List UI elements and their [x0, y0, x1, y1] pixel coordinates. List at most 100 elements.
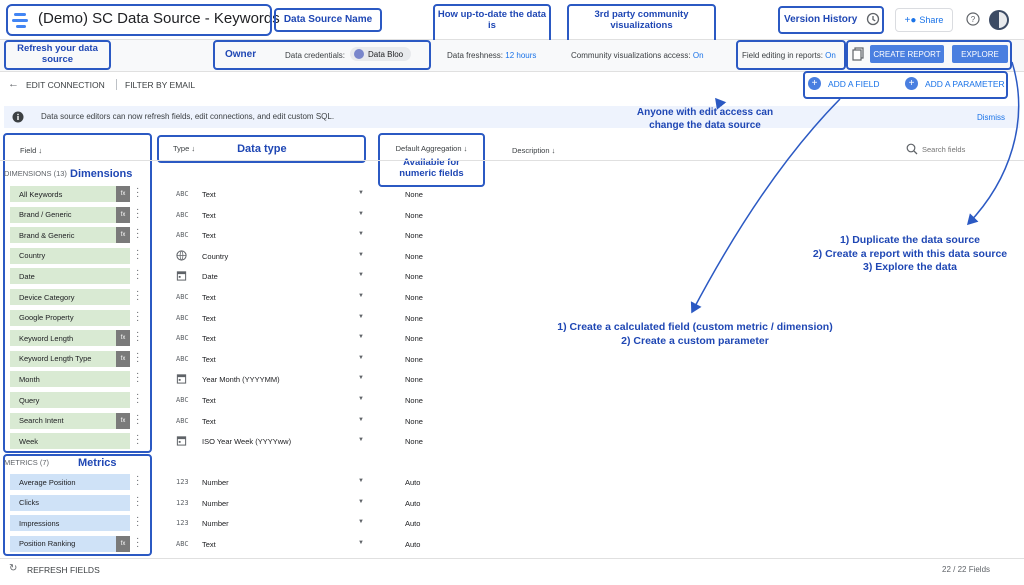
more-options-icon[interactable]: · · ·: [136, 328, 140, 346]
aggregation-value[interactable]: Auto: [405, 540, 420, 549]
formula-fx-icon[interactable]: fx: [116, 330, 130, 347]
field-name-pill[interactable]: All Keywords: [10, 186, 130, 202]
formula-fx-icon[interactable]: fx: [116, 186, 130, 202]
dimension-row[interactable]: Google Property · · · ABC Text ▼ None: [0, 307, 1024, 328]
aggregation-value[interactable]: Auto: [405, 499, 420, 508]
aggregation-value[interactable]: None: [405, 252, 423, 261]
field-type-select[interactable]: Text: [202, 314, 216, 323]
chevron-down-icon[interactable]: ▼: [358, 355, 364, 361]
chevron-down-icon[interactable]: ▼: [358, 519, 364, 525]
field-name-pill[interactable]: Clicks: [10, 494, 130, 511]
dismiss-link[interactable]: Dismiss: [977, 113, 1005, 122]
metric-row[interactable]: Average Position · · · 123 Number ▼ Auto: [0, 472, 1024, 492]
search-fields-input[interactable]: [922, 142, 1012, 156]
field-name-pill[interactable]: Date: [10, 268, 130, 285]
duplicate-icon[interactable]: [852, 47, 864, 61]
edit-connection-link[interactable]: EDIT CONNECTION: [26, 80, 105, 90]
more-options-icon[interactable]: · · ·: [136, 245, 140, 263]
more-options-icon[interactable]: · · ·: [136, 307, 140, 325]
formula-fx-icon[interactable]: fx: [116, 227, 130, 244]
refresh-icon[interactable]: ↻: [9, 563, 17, 574]
more-options-icon[interactable]: · · ·: [136, 472, 140, 490]
field-type-select[interactable]: Text: [202, 190, 216, 199]
create-report-button[interactable]: CREATE REPORT: [870, 45, 944, 63]
dimension-row[interactable]: Query · · · ABC Text ▼ None: [0, 390, 1024, 410]
field-name-pill[interactable]: Google Property: [10, 309, 130, 326]
field-type-select[interactable]: Number: [202, 478, 229, 487]
community-value-link[interactable]: On: [693, 51, 704, 60]
field-name-pill[interactable]: Position Ranking: [10, 535, 130, 552]
chevron-down-icon[interactable]: ▼: [358, 190, 364, 196]
field-type-select[interactable]: Text: [202, 293, 216, 302]
aggregation-value[interactable]: None: [405, 211, 423, 220]
formula-fx-icon[interactable]: fx: [116, 350, 130, 367]
field-type-select[interactable]: Text: [202, 540, 216, 549]
formula-fx-icon[interactable]: fx: [116, 206, 130, 223]
field-name-pill[interactable]: Brand / Generic: [10, 206, 130, 223]
help-icon[interactable]: ?: [966, 12, 980, 26]
field-name-pill[interactable]: Keyword Length: [10, 330, 130, 347]
field-type-select[interactable]: Text: [202, 211, 216, 220]
more-options-icon[interactable]: · · ·: [136, 287, 140, 305]
more-options-icon[interactable]: · · ·: [136, 266, 140, 284]
formula-fx-icon[interactable]: fx: [116, 412, 130, 429]
more-options-icon[interactable]: · · ·: [136, 513, 140, 531]
history-icon[interactable]: [866, 12, 880, 26]
aggregation-value[interactable]: None: [405, 334, 423, 343]
more-options-icon[interactable]: · · ·: [136, 533, 140, 551]
credentials-owner-chip[interactable]: Data Bloo: [350, 47, 412, 61]
chevron-down-icon[interactable]: ▼: [358, 478, 364, 484]
dimension-row[interactable]: Keyword Length fx · · · ABC Text ▼ None: [0, 328, 1024, 348]
chevron-down-icon[interactable]: ▼: [358, 396, 364, 402]
chevron-down-icon[interactable]: ▼: [358, 499, 364, 505]
field-name-pill[interactable]: Keyword Length Type: [10, 350, 130, 367]
field-type-select[interactable]: Text: [202, 334, 216, 343]
aggregation-value[interactable]: Auto: [405, 478, 420, 487]
back-arrow-icon[interactable]: ←: [8, 78, 19, 90]
account-avatar-icon[interactable]: [988, 9, 1010, 31]
column-header-aggregation[interactable]: Default Aggregation ↓: [396, 144, 468, 154]
field-editing-value-link[interactable]: On: [825, 51, 836, 60]
field-type-select[interactable]: Text: [202, 355, 216, 364]
field-name-pill[interactable]: Device Category: [10, 289, 130, 305]
field-name-pill[interactable]: Impressions: [10, 515, 130, 532]
filter-by-email-link[interactable]: FILTER BY EMAIL: [125, 80, 195, 90]
field-type-select[interactable]: Number: [202, 499, 229, 508]
more-options-icon[interactable]: · · ·: [136, 348, 140, 366]
refresh-fields-button[interactable]: REFRESH FIELDS: [27, 565, 100, 575]
aggregation-value[interactable]: Auto: [405, 519, 420, 528]
chevron-down-icon[interactable]: ▼: [358, 231, 364, 237]
chevron-down-icon[interactable]: ▼: [358, 375, 364, 381]
column-header-field[interactable]: Field ↓: [20, 146, 42, 155]
aggregation-value[interactable]: None: [405, 190, 423, 199]
column-header-type[interactable]: Type ↓: [173, 144, 195, 154]
freshness-value-link[interactable]: 12 hours: [505, 51, 536, 60]
aggregation-value[interactable]: None: [405, 314, 423, 323]
chevron-down-icon[interactable]: ▼: [358, 314, 364, 320]
more-options-icon[interactable]: · · ·: [136, 204, 140, 222]
chevron-down-icon[interactable]: ▼: [358, 252, 364, 258]
aggregation-value[interactable]: None: [405, 375, 423, 384]
add-field-button[interactable]: + ADD A FIELD: [808, 77, 880, 90]
aggregation-value[interactable]: None: [405, 437, 423, 446]
chevron-down-icon[interactable]: ▼: [358, 272, 364, 278]
field-type-select[interactable]: Text: [202, 396, 216, 405]
field-name-pill[interactable]: Month: [10, 371, 130, 388]
chevron-down-icon[interactable]: ▼: [358, 293, 364, 299]
field-name-pill[interactable]: Country: [10, 247, 130, 264]
metric-row[interactable]: Impressions · · · 123 Number ▼ Auto: [0, 513, 1024, 533]
explore-button[interactable]: EXPLORE: [952, 45, 1008, 63]
metric-row[interactable]: Position Ranking fx · · · ABC Text ▼ Auto: [0, 533, 1024, 554]
field-type-select[interactable]: Text: [202, 417, 216, 426]
aggregation-value[interactable]: None: [405, 396, 423, 405]
dimension-row[interactable]: Device Category · · · ABC Text ▼ None: [0, 287, 1024, 307]
dimension-row[interactable]: Keyword Length Type fx · · · ABC Text ▼ None: [0, 348, 1024, 369]
chevron-down-icon[interactable]: ▼: [358, 417, 364, 423]
field-name-pill[interactable]: Brand & Generic: [10, 227, 130, 244]
add-parameter-button[interactable]: + ADD A PARAMETER: [905, 77, 1005, 90]
metric-row[interactable]: Clicks · · · 123 Number ▼ Auto: [0, 492, 1024, 513]
field-name-pill[interactable]: Query: [10, 392, 130, 408]
field-type-select[interactable]: Year Month (YYYYMM): [202, 375, 280, 384]
field-name-pill[interactable]: Week: [10, 433, 130, 450]
more-options-icon[interactable]: · · ·: [136, 369, 140, 387]
